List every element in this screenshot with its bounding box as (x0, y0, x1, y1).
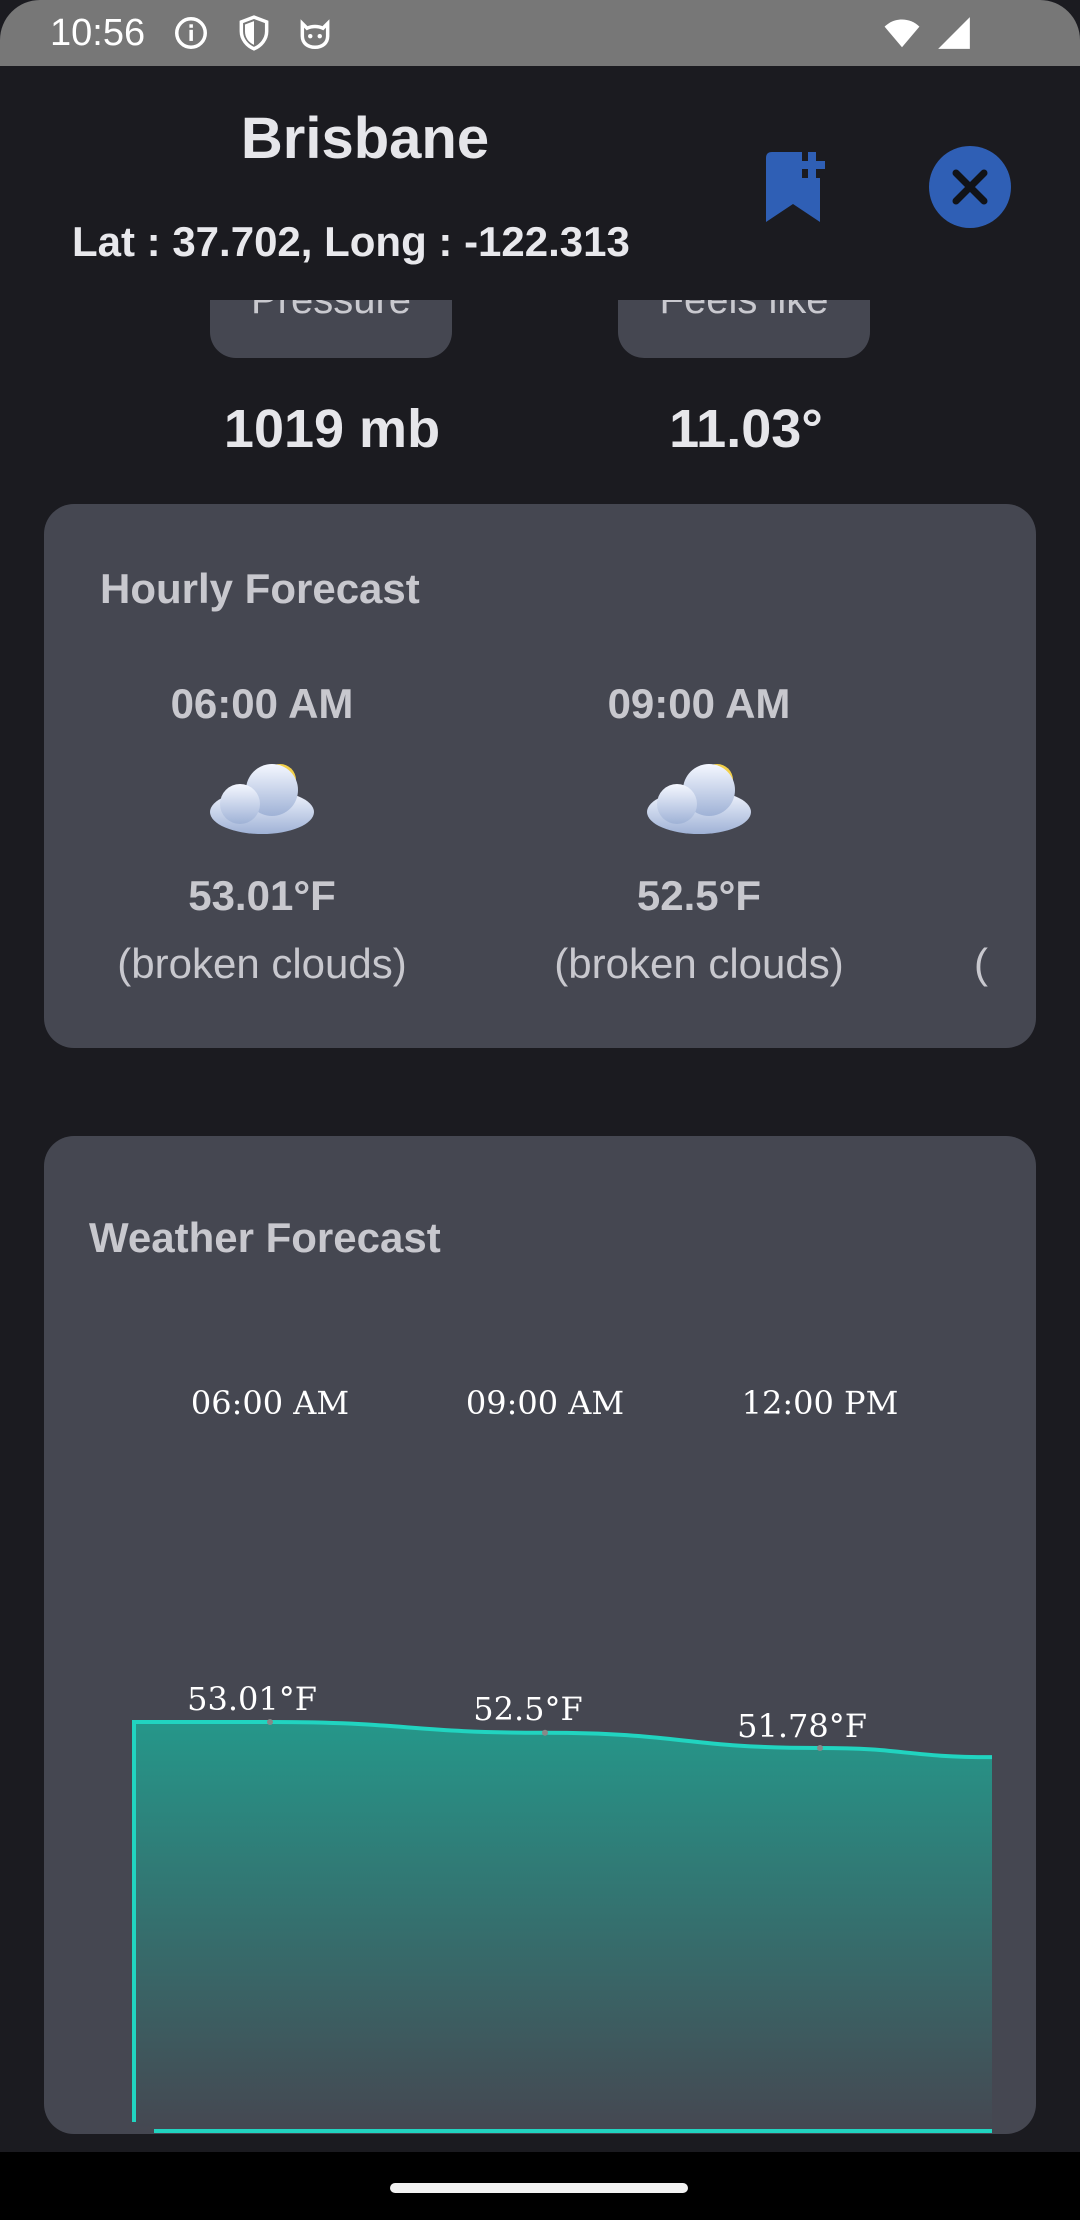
weather-forecast-title: Weather Forecast (89, 1214, 441, 1261)
hourly-description: (broken clouds) (117, 940, 407, 987)
hourly-description: ( (974, 940, 988, 987)
broken-clouds-icon (647, 764, 751, 834)
weather-forecast-card (44, 1136, 1036, 2134)
hourly-temperature: 53.01°F (188, 872, 336, 919)
hourly-time: 06:00 AM (170, 680, 354, 727)
hourly-description: (broken clouds) (554, 940, 844, 987)
broken-clouds-icon (210, 764, 314, 834)
home-gesture-bar[interactable] (390, 2183, 688, 2193)
app-screen: 10:56 Brisbane Lat : 37.702, Long : -122… (0, 0, 1080, 2220)
hourly-time: 09:00 AM (607, 680, 791, 727)
hourly-forecast-list[interactable]: 06:00 AM 53.01°F (broken clouds) 09:00 A… (44, 0, 1036, 1048)
hourly-temperature: 52.5°F (636, 872, 762, 919)
